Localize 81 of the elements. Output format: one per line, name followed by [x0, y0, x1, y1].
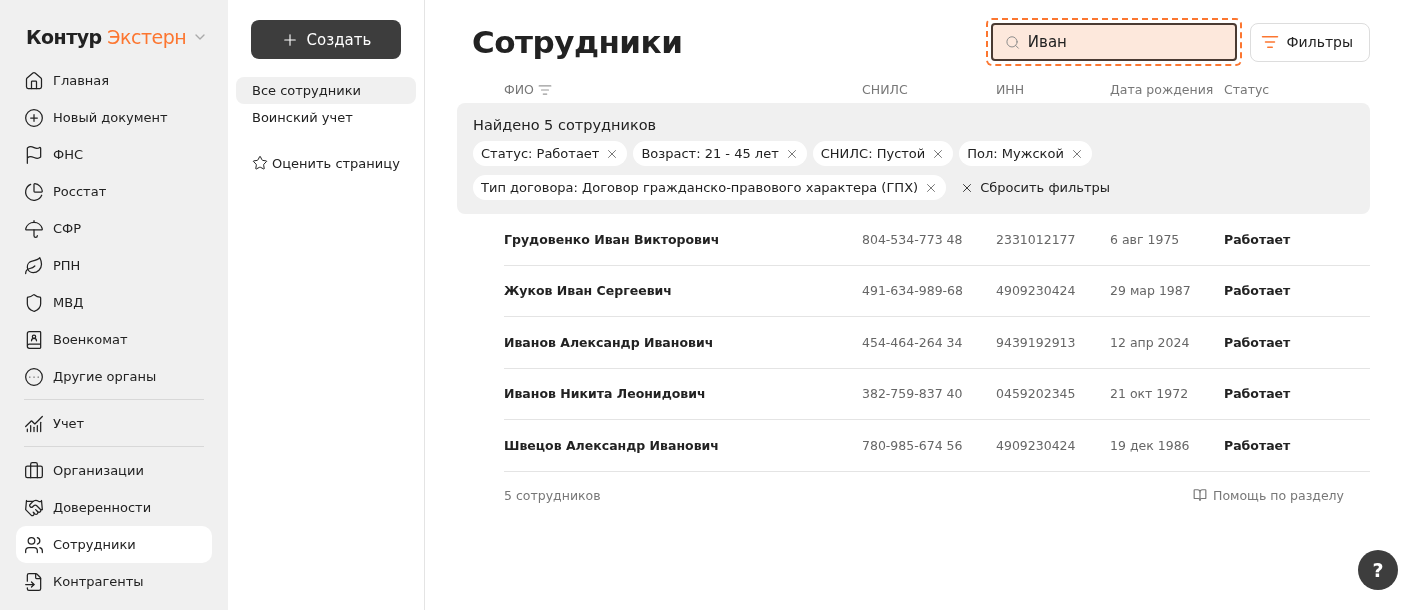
sidebar-item[interactable]: Организации: [16, 452, 212, 489]
search-icon: [1004, 33, 1020, 51]
pie-chart-icon: [24, 181, 44, 202]
home-icon: [24, 70, 44, 91]
inn-number: 0459202345: [996, 386, 1077, 402]
brand-logo[interactable]: Контур Экстерн: [26, 26, 212, 48]
handshake-icon: [24, 497, 44, 518]
inn-number: 2331012177: [996, 231, 1077, 247]
document-icon: [24, 571, 44, 592]
snils-number: 804-534-773 48: [862, 231, 964, 247]
filter-chip[interactable]: СНИЛС: Пустой: [812, 141, 954, 166]
chart-icon: [24, 413, 44, 434]
sidebar-item[interactable]: СФР: [16, 210, 212, 247]
help-link[interactable]: Помощь по разделу: [1193, 487, 1344, 503]
inn-number: 4909230424: [996, 283, 1077, 299]
column-header: СНИЛС: [862, 82, 909, 97]
sidebar-item[interactable]: РПН: [16, 247, 212, 284]
subnav-item[interactable]: Воинский учет: [236, 104, 416, 131]
employee-name[interactable]: Жуков Иван Сергеевич: [504, 283, 862, 299]
employee-status: Работает: [1224, 283, 1292, 299]
book-icon: [24, 329, 44, 350]
help-button[interactable]: ?: [1358, 550, 1398, 590]
sidebar-item[interactable]: Другие органы: [16, 358, 212, 395]
birth-date: 21 окт 1972: [1110, 386, 1190, 402]
sidebar-item[interactable]: Учет: [16, 405, 212, 442]
results-count: Найдено 5 сотрудников: [473, 117, 658, 133]
star-icon: [252, 155, 268, 171]
sidebar-item[interactable]: ФНС: [16, 136, 212, 173]
sidebar-item[interactable]: Военкомат: [16, 321, 212, 358]
employee-name[interactable]: Швецов Александр Иванович: [504, 437, 862, 453]
employee-count: 5 сотрудников: [504, 487, 601, 503]
column-header: Дата рождения: [1110, 82, 1215, 97]
snils-number: 454-464-264 34: [862, 334, 964, 350]
sidebar-item[interactable]: Контрагенты: [16, 563, 212, 600]
employee-status: Работает: [1224, 334, 1292, 350]
book-icon: [1193, 488, 1207, 502]
filter-chip[interactable]: Тип договора: Договор гражданско-правового характера (ГПХ): [473, 175, 947, 200]
column-header: Статус: [1224, 82, 1271, 97]
reset-filters-button[interactable]: Сбросить фильтры: [952, 180, 1118, 195]
filter-icon: [1260, 33, 1279, 51]
people-icon: [24, 534, 44, 555]
filter-chip[interactable]: Пол: Мужской: [959, 141, 1092, 166]
subnav-item[interactable]: Все сотрудники: [236, 77, 416, 104]
page-title: Сотрудники: [472, 24, 684, 60]
birth-date: 6 авг 1975: [1110, 231, 1181, 247]
column-header: ИНН: [996, 82, 1026, 97]
sidebar-item[interactable]: Росстат: [16, 173, 212, 210]
birth-date: 19 дек 1986: [1110, 437, 1191, 453]
snils-number: 780-985-674 56: [862, 437, 964, 453]
rate-page-link[interactable]: Оценить страницу: [236, 155, 416, 171]
column-header[interactable]: ФИО: [504, 82, 534, 97]
sidebar-item[interactable]: Доверенности: [16, 489, 212, 526]
briefcase-icon: [24, 460, 44, 481]
employee-status: Работает: [1224, 437, 1292, 453]
filter-chip[interactable]: Статус: Работает: [473, 141, 628, 166]
flag-icon: [24, 144, 44, 165]
snils-number: 382-759-837 40: [862, 386, 964, 402]
leaf-icon: [24, 255, 44, 276]
sidebar-item[interactable]: МВД: [16, 284, 212, 321]
filter-chip[interactable]: Возраст: 21 - 45 лет: [633, 141, 807, 166]
employee-status: Работает: [1224, 386, 1292, 402]
more-icon: [24, 366, 44, 387]
birth-date: 12 апр 2024: [1110, 334, 1191, 350]
shield-icon: [24, 292, 44, 313]
sidebar-item[interactable]: Сотрудники: [16, 526, 212, 563]
sidebar-item[interactable]: Новый документ: [16, 99, 212, 136]
snils-number: 491-634-989-68: [862, 283, 964, 299]
birth-date: 29 мар 1987: [1110, 283, 1192, 299]
employee-name[interactable]: Иванов Александр Иванович: [504, 334, 862, 350]
plus-circle-icon: [24, 107, 44, 128]
create-button[interactable]: Создать: [251, 20, 401, 59]
search-box[interactable]: Иван: [990, 23, 1237, 61]
sidebar-item[interactable]: Главная: [16, 62, 212, 99]
inn-number: 4909230424: [996, 437, 1077, 453]
inn-number: 9439192913: [996, 334, 1077, 350]
umbrella-icon: [24, 218, 44, 239]
employee-status: Работает: [1224, 231, 1292, 247]
employee-name[interactable]: Грудовенко Иван Викторович: [504, 231, 862, 247]
filters-button[interactable]: Фильтры: [1249, 22, 1370, 62]
employee-name[interactable]: Иванов Никита Леонидович: [504, 386, 862, 402]
search-field[interactable]: Иван: [1025, 32, 1223, 52]
